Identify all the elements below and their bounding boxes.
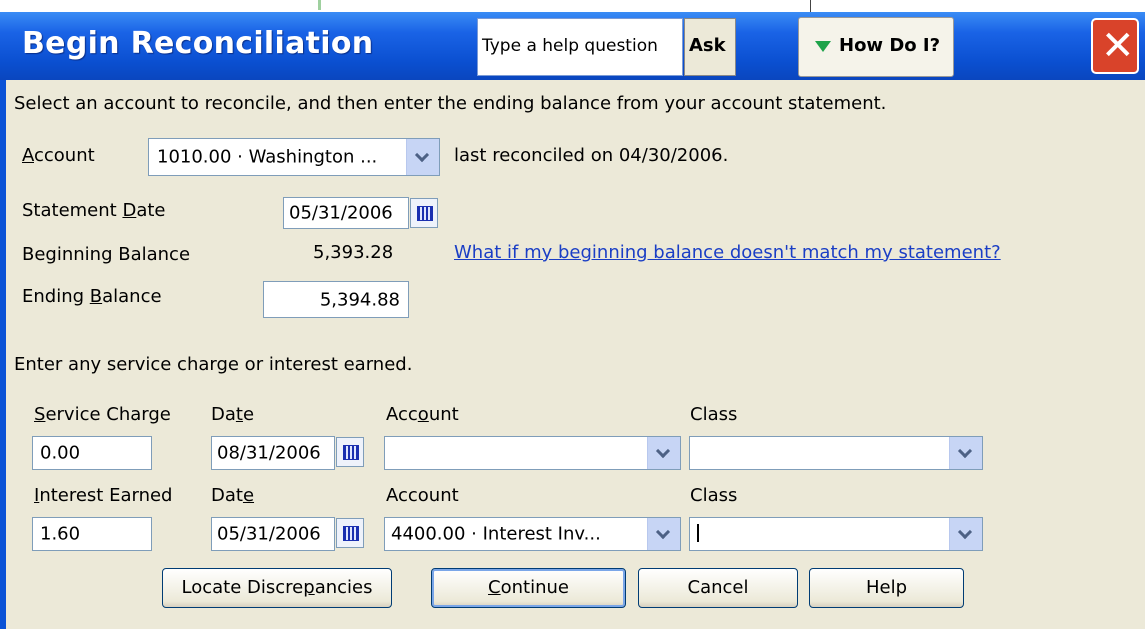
chevron-down-icon[interactable]: [949, 518, 982, 550]
calendar-icon[interactable]: [410, 198, 438, 228]
ending-balance-value: 5,394.88: [319, 289, 400, 310]
account-value: 1010.00 · Washington ...: [157, 146, 378, 168]
service-charge-class-label: Class: [690, 404, 738, 425]
triangle-down-icon: [815, 41, 831, 52]
service-charge-date-label: Date: [211, 404, 255, 425]
begin-reconciliation-window: Begin Reconciliation Type a help questio…: [0, 12, 1145, 629]
text-caret: [697, 524, 699, 542]
interest-earned-label: Interest Earned: [34, 485, 173, 506]
service-charge-account-label: Account: [386, 404, 459, 425]
interest-account-value: 4400.00 · Interest Inv...: [391, 523, 601, 545]
how-do-i-button[interactable]: How Do I?: [798, 17, 954, 77]
ask-button[interactable]: Ask: [684, 18, 736, 76]
interest-class-combo[interactable]: [689, 517, 983, 551]
close-icon: ✕: [1101, 23, 1135, 69]
ask-button-label: Ask: [689, 35, 726, 56]
background-mark: [318, 0, 321, 10]
continue-button[interactable]: Continue: [431, 568, 626, 608]
service-charge-account-combo[interactable]: [384, 436, 681, 470]
statement-date-label: Statement Date: [22, 200, 166, 221]
how-do-i-label: How Do I?: [839, 35, 941, 56]
background-divider: [810, 0, 811, 12]
ending-balance-input[interactable]: 5,394.88: [263, 281, 409, 318]
statement-date-input[interactable]: 05/31/2006: [283, 197, 409, 229]
chevron-down-icon[interactable]: [406, 139, 439, 175]
beginning-balance-help-link[interactable]: What if my beginning balance doesn't mat…: [454, 242, 1001, 263]
background-strip: [0, 0, 1145, 12]
beginning-balance-value: 5,393.28: [313, 242, 394, 263]
beginning-balance-label: Beginning Balance: [22, 244, 191, 265]
interest-class-label: Class: [690, 485, 738, 506]
statement-date-value: 05/31/2006: [289, 202, 393, 224]
service-charge-date-value: 08/31/2006: [217, 442, 321, 464]
interest-date-label: Date: [211, 485, 255, 506]
account-combo[interactable]: 1010.00 · Washington ...: [148, 138, 440, 176]
account-label: Account: [22, 145, 95, 166]
interest-date-input[interactable]: 05/31/2006: [211, 517, 335, 551]
calendar-icon[interactable]: [336, 518, 364, 548]
calendar-icon[interactable]: [336, 437, 364, 467]
interest-earned-value: 1.60: [40, 523, 81, 545]
service-charge-label: Service Charge: [34, 404, 171, 425]
chevron-down-icon[interactable]: [647, 437, 680, 469]
chevron-down-icon[interactable]: [949, 437, 982, 469]
help-question-input[interactable]: Type a help question: [477, 18, 683, 76]
charges-intro-text: Enter any service charge or interest ear…: [14, 354, 413, 375]
interest-earned-input[interactable]: 1.60: [32, 517, 152, 551]
help-button[interactable]: Help: [809, 568, 964, 608]
window-title: Begin Reconciliation: [22, 26, 374, 61]
last-reconciled-text: last reconciled on 04/30/2006.: [454, 145, 729, 166]
service-charge-date-input[interactable]: 08/31/2006: [211, 436, 335, 470]
service-charge-input[interactable]: 0.00: [32, 436, 152, 470]
interest-account-combo[interactable]: 4400.00 · Interest Inv...: [384, 517, 681, 551]
locate-discrepancies-button[interactable]: Locate Discrepancies: [162, 568, 392, 608]
dialog-body: Select an account to reconcile, and then…: [6, 80, 1145, 629]
chevron-down-icon[interactable]: [647, 518, 680, 550]
help-question-placeholder: Type a help question: [482, 36, 658, 56]
title-bar[interactable]: Begin Reconciliation Type a help questio…: [0, 12, 1145, 80]
close-button[interactable]: ✕: [1091, 18, 1139, 74]
interest-date-value: 05/31/2006: [217, 523, 321, 545]
cancel-button[interactable]: Cancel: [638, 568, 798, 608]
interest-account-label: Account: [386, 485, 459, 506]
intro-text: Select an account to reconcile, and then…: [14, 93, 887, 114]
service-charge-value: 0.00: [40, 442, 81, 464]
ending-balance-label: Ending Balance: [22, 286, 162, 307]
service-charge-class-combo[interactable]: [689, 436, 983, 470]
